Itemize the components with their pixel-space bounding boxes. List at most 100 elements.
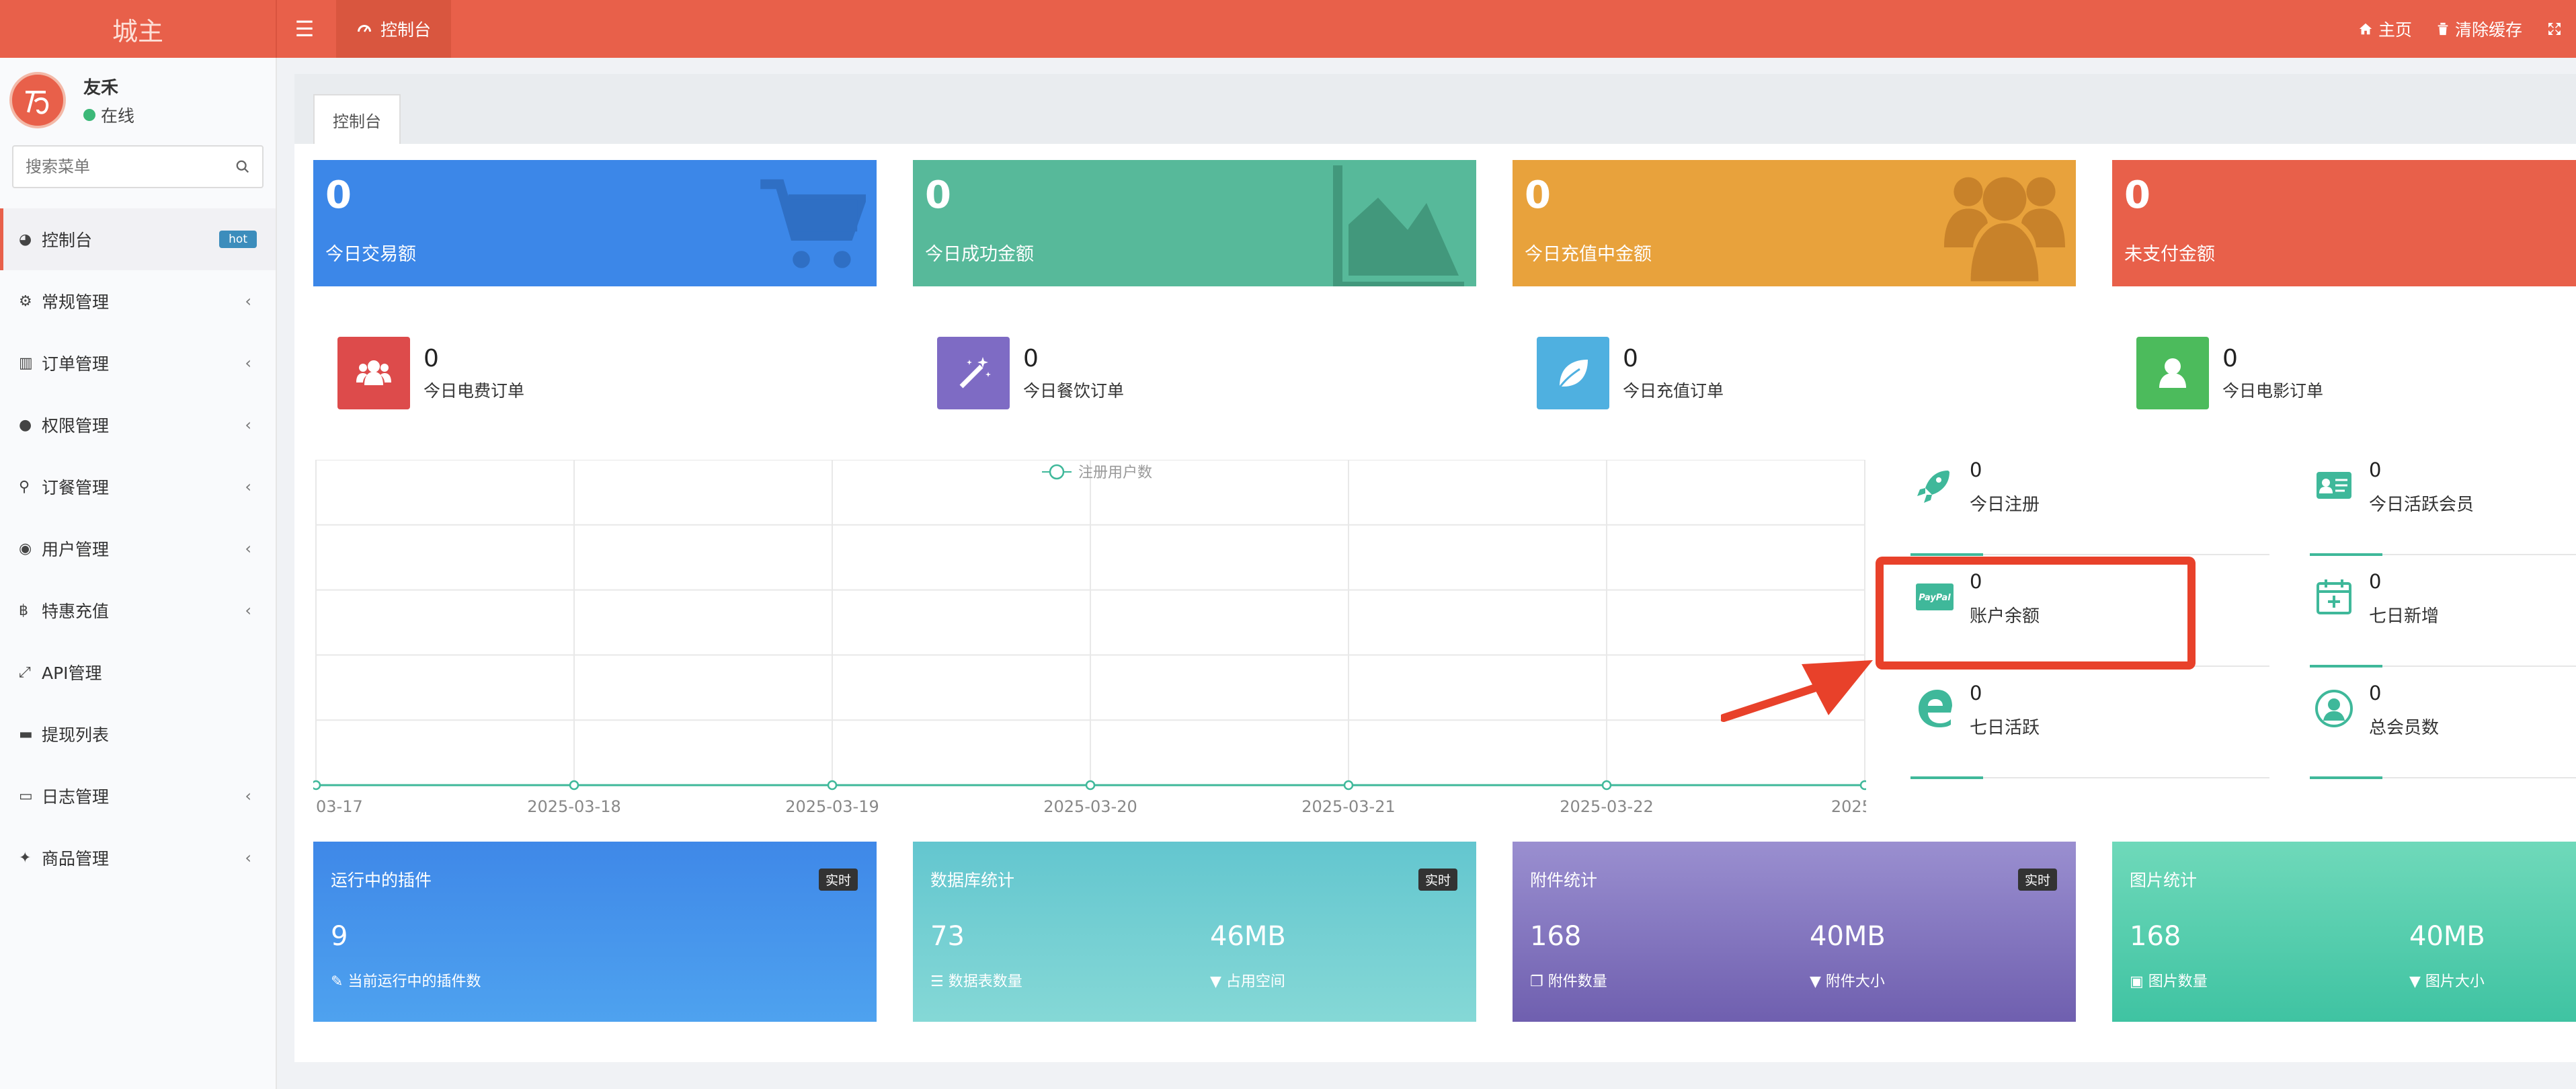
user-circle-icon: ◉ [19,540,32,557]
stat-box-today-recharging: 0 今日充值中金额 [1513,160,2076,286]
search-icon[interactable] [235,159,250,174]
user-name: 友禾 [83,77,119,98]
avatar[interactable] [9,72,66,128]
kpi-today-active-members: 0 今日活跃会员 [2306,458,2576,563]
calendar-plus-icon [2317,579,2351,614]
dashboard-icon: ◕ [19,231,32,248]
filter-icon: ▼ [2409,973,2425,990]
area-chart-icon [1333,165,1464,286]
menu-search-input[interactable] [26,157,227,176]
registered-users-chart: 03-17 2025-03-18 2025-03-19 2025-03-20 2025-… [313,460,1866,816]
leaf-icon [1537,337,1609,409]
dashboard-icon [358,25,371,32]
info-box-meal-orders: 0 今日餐饮订单 [937,336,1124,410]
fullscreen-icon [2548,23,2561,35]
x-tick-label: 2025-03-21 [1301,797,1395,816]
filter-icon: ▼ [1210,973,1226,990]
sidebar: 友禾 在线 ◕ 控制台 hot ⚙ 常规管理 ‹ ▥ 订单管理 ‹ ● 权限管理… [0,58,277,1089]
users-icon [1944,177,2065,282]
home-icon [2359,23,2372,35]
hot-badge: hot [219,231,257,248]
arrow-annotation-icon [1721,660,1873,722]
sidebar-item-withdrawals[interactable]: ▬ 提现列表 [0,703,276,765]
chart-legend: 注册用户数 [1042,464,1152,481]
data-point [313,780,321,791]
app-logo[interactable]: 城主 [0,0,277,58]
clear-cache-link[interactable]: 清除缓存 [2436,17,2522,41]
tab-dashboard[interactable]: 控制台 [336,0,452,58]
panel-image-stats: 图片统计 168 ▣ 图片数量 40MB ▼ 图片大小 [2112,842,2576,1022]
sidebar-item-meal-orders[interactable]: ⚲ 订餐管理 ‹ [0,456,276,518]
sidebar-item-products[interactable]: ✦ 商品管理 ‹ [0,827,276,889]
stat-box-today-transactions: 0 今日交易额 [313,160,877,286]
files-icon: ❐ [1530,973,1548,990]
chevron-left-icon: ‹ [245,848,251,867]
tab-label: 控制台 [380,20,432,40]
data-point [569,780,579,791]
magic-wand-icon [937,337,1010,409]
avatar-icon [26,91,49,114]
shopping-cart-icon [760,179,866,268]
kpi-today-registrations: 0 今日注册 [1906,458,2272,563]
realtime-badge: 实时 [1418,869,1457,891]
magic-icon: ✦ [19,849,32,866]
sidebar-menu: ◕ 控制台 hot ⚙ 常规管理 ‹ ▥ 订单管理 ‹ ● 权限管理 ‹ ⚲ 订… [0,208,276,889]
sidebar-item-orders[interactable]: ▥ 订单管理 ‹ [0,332,276,394]
kpi-seven-day-new: 0 七日新增 [2306,570,2576,675]
menu-search-box [12,145,264,188]
info-box-electricity-orders: 0 今日电费订单 [337,336,524,410]
info-box-movie-orders: 0 今日电影订单 [2136,336,2323,410]
realtime-badge: 实时 [2017,869,2057,891]
panel-database-stats: 数据库统计 实时 73 ☰ 数据表数量 46MB ▼ 占用空间 [913,842,1476,1022]
content-tab-dashboard[interactable]: 控制台 [313,94,401,144]
chevron-left-icon: ‹ [245,415,251,434]
panel-attachment-stats: 附件统计 实时 168 ❐ 附件数量 40MB ▼ 附件大小 [1513,842,2076,1022]
info-box-recharge-orders: 0 今日充值订单 [1537,336,1724,410]
x-tick-label: 2025-03-19 [785,797,879,816]
users-icon: ● [19,416,32,434]
user-circle-icon [2315,690,2353,727]
image-icon: ▣ [2130,973,2148,990]
chevron-left-icon: ‹ [245,787,251,805]
data-point [1343,780,1354,791]
realtime-badge: 实时 [818,869,858,891]
x-tick-label: 2025-03 [1831,797,1866,816]
sidebar-item-api[interactable]: ⤢ API管理 [0,641,276,703]
cogs-icon: ⚙ [19,292,32,310]
menu-icon: ☰ [294,16,315,42]
stat-box-today-success: 0 今日成功金额 [913,160,1476,286]
online-status: 在线 [83,103,134,127]
edge-icon [1919,690,1952,727]
data-point [827,780,838,791]
rocket-icon [1917,471,1949,503]
chevron-left-icon: ‹ [245,477,251,496]
sidebar-item-permissions[interactable]: ● 权限管理 ‹ [0,394,276,456]
keyboard-icon: ▭ [19,787,33,805]
kpi-total-members: 0 总会员数 [2306,682,2576,787]
data-point [1859,780,1866,791]
chevron-left-icon: ‹ [245,601,251,620]
sidebar-item-general[interactable]: ⚙ 常规管理 ‹ [0,270,276,332]
home-link[interactable]: 主页 [2358,17,2412,41]
user-panel: 友禾 在线 [9,70,134,130]
sidebar-item-recharge[interactable]: ฿ 特惠充值 ‹ [0,579,276,641]
filter-icon: ▼ [1810,973,1826,990]
map-marker-icon: ⚲ [19,478,30,495]
highlight-box-annotation [1876,557,2196,670]
sidebar-item-users[interactable]: ◉ 用户管理 ‹ [0,518,276,579]
paypal-icon: ▬ [19,725,33,743]
sidebar-item-dashboard[interactable]: ◕ 控制台 hot [0,208,276,270]
x-tick-label: 2025-03-18 [527,797,620,816]
chevron-left-icon: ‹ [245,354,251,372]
sidebar-item-logs[interactable]: ▭ 日志管理 ‹ [0,765,276,827]
stat-box-unpaid: 0 未支付金额 [2112,160,2576,286]
x-tick-label: 2025-03-20 [1043,797,1137,816]
user-icon [2136,337,2209,409]
top-right-links: 主页 清除缓存 [2358,0,2576,58]
online-dot-icon [83,108,95,121]
sidebar-toggle-button[interactable]: ☰ [281,0,328,58]
fullscreen-button[interactable] [2546,21,2563,37]
user-info: 友禾 在线 [83,74,134,127]
data-point [1085,780,1096,791]
legend-marker [1049,464,1065,480]
